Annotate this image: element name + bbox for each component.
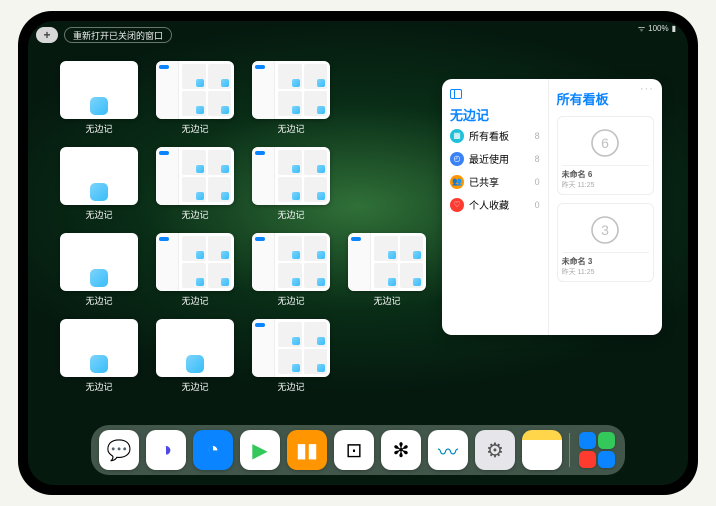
app-window-card[interactable]: 无边记	[56, 61, 142, 143]
ipad-screen: ᯤ 100% ▮ + 重新打开已关闭的窗口 无边记无边记无边记无边记无边记无边记…	[28, 21, 688, 485]
sidebar-item-icon: ◴	[450, 152, 464, 166]
app-window-thumbnail	[60, 319, 138, 377]
new-window-button[interactable]: +	[36, 27, 58, 43]
dock-app-notes[interactable]	[522, 430, 562, 470]
dock-app-wechat[interactable]: 💬	[99, 430, 139, 470]
sidebar-item-count: 8	[535, 154, 540, 164]
app-switcher-grid: 无边记无边记无边记无边记无边记无边记无边记无边记无边记无边记无边记无边记无边记	[56, 61, 436, 401]
battery-icon: ▮	[672, 24, 676, 33]
app-window-thumbnail	[60, 233, 138, 291]
app-window-card[interactable]: 无边记	[248, 61, 334, 143]
sidebar-item[interactable]: ♡ 个人收藏 0	[450, 193, 540, 216]
app-window-thumbnail	[252, 147, 330, 205]
dock-app-dice[interactable]: ⊡	[334, 430, 374, 470]
sidebar-item-count: 0	[535, 200, 540, 210]
app-window-label: 无边记	[277, 380, 304, 393]
freeform-panel: 无边记 ▦ 所有看板 8 ◴ 最近使用 8 👥 已共享 0 ♡ 个人收藏 0 ··· 所有看板 6 未命…	[442, 79, 662, 335]
app-window-card[interactable]: 无边记	[248, 319, 334, 401]
app-window-label: 无边记	[277, 122, 304, 135]
app-window-label: 无边记	[85, 208, 112, 221]
app-window-card[interactable]: 无边记	[152, 61, 238, 143]
dock-app-audioshare[interactable]: ✻	[381, 430, 421, 470]
sidebar-item-count: 8	[535, 131, 540, 141]
sidebar-item-label: 所有看板	[469, 128, 509, 143]
app-window-label: 无边记	[85, 294, 112, 307]
topbar: + 重新打开已关闭的窗口	[36, 27, 172, 43]
board-thumbnail: 3	[562, 208, 649, 252]
dock-app-freeform[interactable]: 〰	[428, 430, 468, 470]
svg-text:3: 3	[601, 222, 609, 238]
wifi-icon: ᯤ	[638, 23, 645, 34]
reopen-closed-window-button[interactable]: 重新打开已关闭的窗口	[64, 27, 172, 43]
app-window-thumbnail	[348, 233, 426, 291]
battery-text: 100%	[648, 24, 668, 33]
app-window-label: 无边记	[181, 208, 208, 221]
board-card[interactable]: 6 未命名 6昨天 11:25	[557, 116, 654, 195]
sidebar-item-label: 已共享	[469, 174, 499, 189]
panel-more-button[interactable]: ···	[640, 83, 654, 95]
app-window-label: 无边记	[277, 208, 304, 221]
app-window-label: 无边记	[181, 380, 208, 393]
sidebar-item-label: 个人收藏	[469, 197, 509, 212]
sidebar-item[interactable]: ◴ 最近使用 8	[450, 147, 540, 170]
app-window-label: 无边记	[181, 122, 208, 135]
ipad-device: ᯤ 100% ▮ + 重新打开已关闭的窗口 无边记无边记无边记无边记无边记无边记…	[18, 11, 698, 495]
app-window-thumbnail	[252, 233, 330, 291]
panel-sidebar: 无边记 ▦ 所有看板 8 ◴ 最近使用 8 👥 已共享 0 ♡ 个人收藏 0	[442, 79, 548, 335]
app-window-thumbnail	[252, 61, 330, 119]
app-window-label: 无边记	[373, 294, 400, 307]
dock: 💬◑◔▶▮▮⊡✻〰⚙	[91, 425, 625, 475]
app-window-label: 无边记	[85, 380, 112, 393]
sidebar-item-icon: 👥	[450, 175, 464, 189]
app-window-thumbnail	[252, 319, 330, 377]
board-thumbnail: 6	[562, 121, 649, 165]
dock-app-quark[interactable]: ◔	[193, 430, 233, 470]
dock-separator	[569, 433, 570, 467]
app-window-card[interactable]: 无边记	[152, 319, 238, 401]
dock-app-play[interactable]: ▶	[240, 430, 280, 470]
dock-app-books[interactable]: ▮▮	[287, 430, 327, 470]
svg-text:6: 6	[601, 135, 609, 151]
sidebar-item[interactable]: ▦ 所有看板 8	[450, 124, 540, 147]
app-window-card[interactable]: 无边记	[152, 233, 238, 315]
dock-app-settings[interactable]: ⚙	[475, 430, 515, 470]
app-window-label: 无边记	[181, 294, 208, 307]
sidebar-item-label: 最近使用	[469, 151, 509, 166]
board-name: 未命名 3	[562, 256, 649, 267]
app-window-card[interactable]: 无边记	[56, 319, 142, 401]
app-window-card[interactable]: 无边记	[344, 233, 430, 315]
sidebar-item-icon: ♡	[450, 198, 464, 212]
board-name: 未命名 6	[562, 169, 649, 180]
dock-recent-apps[interactable]	[577, 430, 617, 470]
app-window-thumbnail	[156, 319, 234, 377]
sidebar-item-count: 0	[535, 177, 540, 187]
panel-main: ··· 所有看板 6未命名 6昨天 11:253未命名 3昨天 11:25	[548, 79, 662, 335]
app-window-thumbnail	[60, 61, 138, 119]
board-card[interactable]: 3 未命名 3昨天 11:25	[557, 203, 654, 282]
app-window-thumbnail	[156, 233, 234, 291]
app-window-card[interactable]: 无边记	[56, 147, 142, 229]
app-window-card[interactable]: 无边记	[248, 147, 334, 229]
app-window-card[interactable]: 无边记	[152, 147, 238, 229]
panel-title: 无边记	[450, 105, 540, 124]
board-time: 昨天 11:25	[562, 180, 649, 190]
sidebar-item-icon: ▦	[450, 129, 464, 143]
app-window-thumbnail	[60, 147, 138, 205]
sidebar-item[interactable]: 👥 已共享 0	[450, 170, 540, 193]
status-bar: ᯤ 100% ▮	[638, 23, 676, 34]
app-window-card[interactable]: 无边记	[56, 233, 142, 315]
app-window-thumbnail	[156, 147, 234, 205]
sidebar-toggle-icon[interactable]	[450, 89, 462, 99]
board-time: 昨天 11:25	[562, 267, 649, 277]
app-window-thumbnail	[156, 61, 234, 119]
app-window-label: 无边记	[85, 122, 112, 135]
app-window-label: 无边记	[277, 294, 304, 307]
dock-app-quark-hd[interactable]: ◑	[146, 430, 186, 470]
app-window-card[interactable]: 无边记	[248, 233, 334, 315]
